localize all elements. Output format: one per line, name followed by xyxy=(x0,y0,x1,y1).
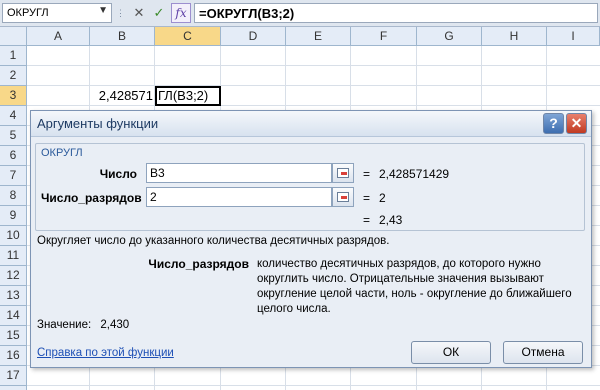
value-label: Значение: xyxy=(37,319,92,331)
formula-bar: ОКРУГЛ ▼ ⋮ ✕ ✓ fx =ОКРУГЛ(B3;2) xyxy=(0,0,600,27)
arg-number-input[interactable]: B3 xyxy=(146,163,332,183)
total-result: 2,43 xyxy=(379,213,403,227)
column-header-e[interactable]: E xyxy=(286,27,351,46)
function-name-label: ОКРУГЛ xyxy=(39,147,85,159)
ok-button[interactable]: ОК xyxy=(411,341,491,364)
cancel-button[interactable]: Отмена xyxy=(503,341,583,364)
row-header-14[interactable]: 14 xyxy=(0,306,27,326)
row-header-13[interactable]: 13 xyxy=(0,286,27,306)
row-header-15[interactable]: 15 xyxy=(0,326,27,346)
row-header-6[interactable]: 6 xyxy=(0,146,27,166)
dialog-titlebar[interactable]: Аргументы функции ? ✕ xyxy=(31,111,591,137)
enter-icon[interactable]: ✓ xyxy=(150,4,168,22)
function-description: Округляет число до указанного количества… xyxy=(37,235,390,247)
name-box[interactable]: ОКРУГЛ ▼ xyxy=(2,3,112,23)
column-header-i[interactable]: I xyxy=(547,27,600,46)
collapse-dialog-icon[interactable] xyxy=(332,187,354,207)
value-text: 2,430 xyxy=(100,319,130,331)
insert-function-button[interactable]: fx xyxy=(171,3,191,23)
row-header-16[interactable]: 16 xyxy=(0,346,27,366)
help-icon[interactable]: ? xyxy=(543,113,564,134)
row-header-1[interactable]: 1 xyxy=(0,46,27,66)
row-header-18[interactable]: 18 xyxy=(0,386,27,390)
arg-number-result: 2,428571429 xyxy=(379,167,450,181)
select-all-corner[interactable] xyxy=(0,27,27,46)
chevron-down-icon[interactable]: ▼ xyxy=(98,5,108,16)
cancel-icon[interactable]: ✕ xyxy=(130,4,148,22)
help-link[interactable]: Справка по этой функции xyxy=(37,347,174,359)
column-header-a[interactable]: A xyxy=(27,27,90,46)
column-header-f[interactable]: F xyxy=(351,27,417,46)
cell-b3[interactable]: 2,428571 xyxy=(90,86,155,106)
row-header-12[interactable]: 12 xyxy=(0,266,27,286)
arg-digits-label: Число_разрядов xyxy=(41,191,142,205)
gridline-horizontal xyxy=(27,65,600,66)
row-header-17[interactable]: 17 xyxy=(0,366,27,386)
arg-digits-input[interactable]: 2 xyxy=(146,187,332,207)
param-description: количество десятичных разрядов, до котор… xyxy=(257,258,572,315)
gridline-horizontal xyxy=(27,385,600,386)
formula-input[interactable]: =ОКРУГЛ(B3;2) xyxy=(194,3,598,23)
formula-result-row: Значение: 2,430 xyxy=(37,319,129,331)
column-header-d[interactable]: D xyxy=(221,27,286,46)
column-header-h[interactable]: H xyxy=(482,27,547,46)
row-header-8[interactable]: 8 xyxy=(0,186,27,206)
row-header-5[interactable]: 5 xyxy=(0,126,27,146)
close-icon[interactable]: ✕ xyxy=(566,113,587,134)
arg-digits-result: 2 xyxy=(379,191,386,205)
dialog-title: Аргументы функции xyxy=(37,116,159,131)
row-header-4[interactable]: 4 xyxy=(0,106,27,126)
row-header-10[interactable]: 10 xyxy=(0,226,27,246)
param-name: Число_разрядов xyxy=(148,257,249,271)
function-arguments-dialog: Аргументы функции ? ✕ ОКРУГЛ Число B3 = … xyxy=(30,110,592,368)
cell-c3-active[interactable]: ГЛ(B3;2) xyxy=(155,86,221,106)
row-header-11[interactable]: 11 xyxy=(0,246,27,266)
splitter-handle[interactable]: ⋮ xyxy=(116,8,125,19)
column-header-b[interactable]: B xyxy=(90,27,155,46)
row-header-7[interactable]: 7 xyxy=(0,166,27,186)
column-header-c[interactable]: C xyxy=(155,27,221,46)
arg-number-eq: = xyxy=(363,167,371,181)
row-header-9[interactable]: 9 xyxy=(0,206,27,226)
total-eq: = xyxy=(363,213,371,227)
row-header-2[interactable]: 2 xyxy=(0,66,27,86)
name-box-value: ОКРУГЛ xyxy=(7,7,49,19)
column-header-g[interactable]: G xyxy=(417,27,482,46)
collapse-dialog-icon[interactable] xyxy=(332,163,354,183)
arg-number-label: Число xyxy=(99,167,137,181)
arg-digits-eq: = xyxy=(363,191,371,205)
row-header-3[interactable]: 3 xyxy=(0,86,27,106)
